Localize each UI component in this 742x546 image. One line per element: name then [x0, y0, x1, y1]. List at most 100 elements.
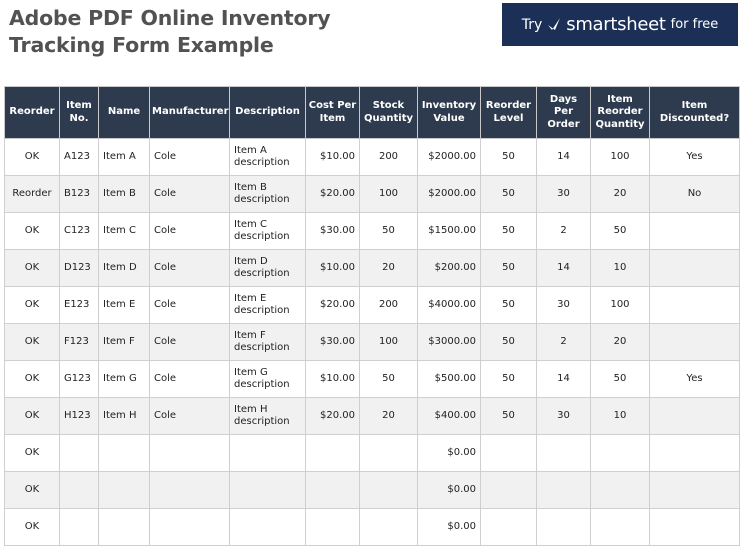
days-per-order-cell: [536, 508, 591, 546]
item-reorder-quantity-cell: 10: [590, 397, 650, 435]
days-per-order-cell: [536, 471, 591, 509]
reorder-status-cell: OK: [4, 286, 60, 324]
inventory-value-cell: $500.00: [417, 360, 481, 398]
reorder-status-cell: OK: [4, 323, 60, 361]
item-reorder-quantity-cell: 10: [590, 249, 650, 287]
days-per-order-cell: 14: [536, 249, 591, 287]
item-no-cell: G123: [59, 360, 99, 398]
stock-quantity-cell: [359, 508, 418, 546]
stock-quantity-cell: 200: [359, 138, 418, 176]
days-per-order-cell: 30: [536, 286, 591, 324]
description-cell: Item D description: [229, 249, 306, 287]
description-cell: Item G description: [229, 360, 306, 398]
cost-per-item-cell: [305, 434, 360, 472]
days-per-order-cell: 30: [536, 397, 591, 435]
stock-quantity-cell: [359, 434, 418, 472]
table-row: OK A123 Item A Cole Item A description $10.00…: [4, 138, 740, 176]
item-no-cell: C123: [59, 212, 99, 250]
inventory-value-cell: $0.00: [417, 471, 481, 509]
header-manufacturer: Manufacturer: [149, 86, 230, 139]
reorder-level-cell: 50: [480, 323, 537, 361]
table-body: OK A123 Item A Cole Item A description $10.00…: [4, 138, 740, 546]
manufacturer-cell: Cole: [149, 323, 230, 361]
stock-quantity-cell: 20: [359, 397, 418, 435]
cost-per-item-cell: $10.00: [305, 138, 360, 176]
stock-quantity-cell: [359, 471, 418, 509]
reorder-level-cell: 50: [480, 138, 537, 176]
description-cell: Item B description: [229, 175, 306, 213]
item-discounted-cell: [649, 212, 740, 250]
smartsheet-check-icon: [547, 17, 561, 33]
promo-brand-label: smartsheet: [566, 14, 666, 35]
item-reorder-quantity-cell: 20: [590, 175, 650, 213]
description-cell: [229, 471, 306, 509]
cost-per-item-cell: $30.00: [305, 212, 360, 250]
manufacturer-cell: Cole: [149, 286, 230, 324]
manufacturer-cell: Cole: [149, 138, 230, 176]
item-reorder-quantity-cell: 50: [590, 212, 650, 250]
manufacturer-cell: [149, 471, 230, 509]
item-no-cell: A123: [59, 138, 99, 176]
item-reorder-quantity-cell: 100: [590, 138, 650, 176]
reorder-level-cell: 50: [480, 360, 537, 398]
manufacturer-cell: Cole: [149, 175, 230, 213]
name-cell: Item E: [98, 286, 150, 324]
header-item-reorder-quantity: Item Reorder Quantity: [590, 86, 650, 139]
item-reorder-quantity-cell: [590, 434, 650, 472]
item-reorder-quantity-cell: 100: [590, 286, 650, 324]
cost-per-item-cell: $20.00: [305, 286, 360, 324]
cost-per-item-cell: $10.00: [305, 360, 360, 398]
table-row: OK G123 Item G Cole Item G description $10.00…: [4, 360, 740, 398]
table-row: OK H123 Item H Cole Item H description $20.00…: [4, 397, 740, 435]
days-per-order-cell: 14: [536, 360, 591, 398]
item-discounted-cell: [649, 434, 740, 472]
name-cell: Item A: [98, 138, 150, 176]
page-title: Adobe PDF Online Inventory Tracking Form…: [9, 6, 331, 57]
stock-quantity-cell: 100: [359, 175, 418, 213]
reorder-level-cell: 50: [480, 286, 537, 324]
manufacturer-cell: [149, 508, 230, 546]
name-cell: Item H: [98, 397, 150, 435]
cost-per-item-cell: $20.00: [305, 175, 360, 213]
days-per-order-cell: 2: [536, 323, 591, 361]
manufacturer-cell: Cole: [149, 212, 230, 250]
reorder-status-cell: Reorder: [4, 175, 60, 213]
days-per-order-cell: 14: [536, 138, 591, 176]
stock-quantity-cell: 50: [359, 212, 418, 250]
item-no-cell: E123: [59, 286, 99, 324]
inventory-value-cell: $3000.00: [417, 323, 481, 361]
manufacturer-cell: Cole: [149, 360, 230, 398]
stock-quantity-cell: 50: [359, 360, 418, 398]
reorder-status-cell: OK: [4, 138, 60, 176]
inventory-table: Reorder Item No. Name Manufacturer Descripti…: [4, 86, 740, 546]
days-per-order-cell: 30: [536, 175, 591, 213]
description-cell: Item F description: [229, 323, 306, 361]
item-no-cell: D123: [59, 249, 99, 287]
reorder-level-cell: 50: [480, 175, 537, 213]
inventory-value-cell: $0.00: [417, 434, 481, 472]
item-discounted-cell: [649, 323, 740, 361]
reorder-level-cell: [480, 508, 537, 546]
stock-quantity-cell: 200: [359, 286, 418, 324]
manufacturer-cell: [149, 434, 230, 472]
item-discounted-cell: [649, 471, 740, 509]
description-cell: Item C description: [229, 212, 306, 250]
header-inventory-value: Inventory Value: [417, 86, 481, 139]
reorder-status-cell: OK: [4, 471, 60, 509]
reorder-status-cell: OK: [4, 397, 60, 435]
inventory-value-cell: $400.00: [417, 397, 481, 435]
reorder-level-cell: 50: [480, 249, 537, 287]
description-cell: [229, 434, 306, 472]
item-reorder-quantity-cell: 50: [590, 360, 650, 398]
inventory-value-cell: $4000.00: [417, 286, 481, 324]
inventory-value-cell: $0.00: [417, 508, 481, 546]
reorder-level-cell: 50: [480, 212, 537, 250]
item-discounted-cell: Yes: [649, 138, 740, 176]
description-cell: Item E description: [229, 286, 306, 324]
smartsheet-try-free-button[interactable]: Try smartsheet for free: [502, 3, 738, 46]
reorder-status-cell: OK: [4, 212, 60, 250]
item-discounted-cell: [649, 249, 740, 287]
item-no-cell: [59, 508, 99, 546]
header-description: Description: [229, 86, 306, 139]
inventory-value-cell: $2000.00: [417, 175, 481, 213]
